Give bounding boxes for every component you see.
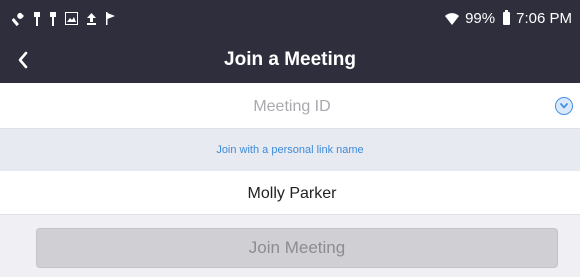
image-icon	[65, 12, 78, 25]
meeting-id-dropdown-button[interactable]	[555, 97, 573, 115]
chevron-down-icon	[560, 103, 568, 109]
back-button[interactable]	[8, 45, 38, 75]
display-name-input[interactable]	[60, 176, 524, 212]
join-meeting-button[interactable]: Join Meeting	[36, 228, 558, 268]
status-indicators: 99% 7:06 PM	[445, 10, 572, 27]
battery-percent: 99%	[465, 10, 496, 27]
meeting-id-input[interactable]	[60, 89, 524, 125]
chevron-left-icon	[18, 51, 28, 69]
usb-icon	[50, 11, 56, 26]
meeting-id-row	[0, 83, 580, 129]
nav-bar: Join a Meeting	[0, 37, 580, 83]
wrench-icon	[12, 12, 24, 26]
usb-icon	[34, 11, 40, 26]
page-title: Join a Meeting	[224, 49, 356, 70]
flag-icon	[106, 12, 115, 25]
clock: 7:06 PM	[516, 10, 572, 27]
battery-icon	[503, 10, 511, 25]
join-with-personal-link[interactable]: Join with a personal link name	[216, 144, 363, 156]
wifi-icon	[445, 12, 460, 25]
personal-link-row: Join with a personal link name	[0, 129, 580, 171]
status-bar: 99% 7:06 PM	[0, 0, 580, 37]
notification-icons	[12, 11, 116, 26]
upload-icon	[87, 13, 96, 25]
display-name-row	[0, 171, 580, 215]
